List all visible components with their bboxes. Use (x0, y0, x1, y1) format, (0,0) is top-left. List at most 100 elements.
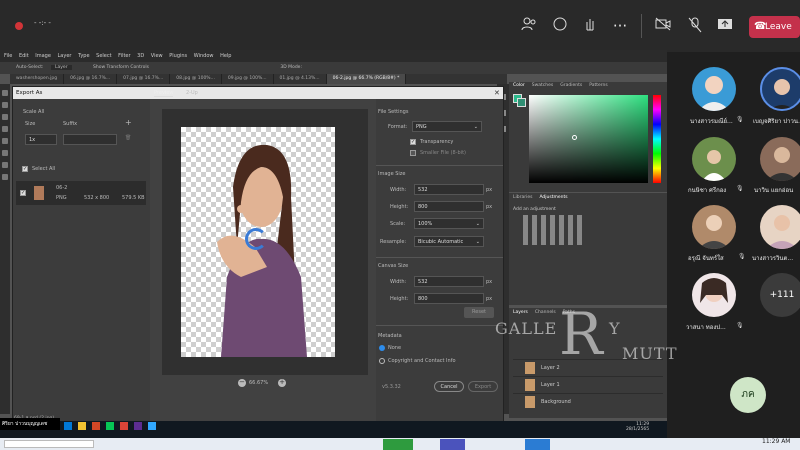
eraser-tool-icon[interactable] (2, 150, 8, 156)
layer-select[interactable]: Layer (51, 65, 72, 70)
height-label: Height: (390, 204, 409, 210)
tab-gradients[interactable]: Gradients (560, 83, 582, 88)
taskbar-app-icon[interactable] (134, 422, 142, 430)
avatar[interactable] (692, 137, 736, 181)
avatar[interactable] (692, 67, 736, 111)
tab-swatches[interactable]: Swatches (532, 83, 554, 88)
more-participants-button[interactable]: +111 (760, 273, 800, 317)
people-icon[interactable] (520, 17, 538, 35)
tab-patterns[interactable]: Patterns (589, 83, 608, 88)
chat-icon[interactable] (551, 17, 569, 35)
cancel-button[interactable]: Cancel (434, 381, 464, 392)
leave-button[interactable]: ☎ Leave (749, 16, 800, 38)
avatar[interactable] (692, 273, 736, 317)
metadata-none-radio[interactable] (379, 345, 385, 351)
tab-adjustments[interactable]: Adjustments (539, 195, 567, 200)
menu-edit[interactable]: Edit (19, 53, 29, 59)
add-scale-icon[interactable]: + (125, 118, 132, 127)
avatar[interactable] (760, 137, 800, 181)
canvas-width-input[interactable]: 532 (414, 276, 484, 287)
taskbar-app-icon[interactable] (525, 439, 550, 450)
color-picker-field[interactable] (529, 95, 648, 183)
close-icon[interactable]: ✕ (494, 87, 500, 99)
auto-select-label[interactable]: Auto-Select: (16, 65, 44, 70)
lasso-tool-icon[interactable] (2, 114, 8, 120)
menu-view[interactable]: View (151, 53, 163, 59)
menu-filter[interactable]: Filter (118, 53, 130, 59)
taskbar-app-icon[interactable] (106, 422, 114, 430)
color-picker-cursor[interactable] (572, 135, 577, 140)
avatar[interactable] (760, 205, 800, 249)
export-button[interactable]: Export (468, 381, 498, 392)
zoom-in-icon[interactable]: + (278, 379, 286, 387)
menu-help[interactable]: Help (220, 53, 231, 59)
move-tool-icon[interactable] (2, 90, 8, 96)
layer-row[interactable]: Layer 1 (513, 376, 663, 392)
mic-off-icon[interactable] (686, 17, 704, 35)
marquee-tool-icon[interactable] (2, 102, 8, 108)
taskbar-app-icon[interactable] (383, 439, 413, 450)
taskbar-app-icon[interactable] (64, 422, 72, 430)
taskbar-app-icon[interactable] (92, 422, 100, 430)
menu-plugins[interactable]: Plugins (169, 53, 187, 59)
doc-tab[interactable]: 08.jpg @ 100%... (170, 74, 222, 84)
raise-hand-icon[interactable] (581, 17, 599, 35)
photoshop-taskbar-icon[interactable] (148, 422, 156, 430)
size-select[interactable]: 1x (25, 134, 57, 145)
doc-tab[interactable]: 01.jpg @ 4.13%... (274, 74, 327, 84)
my-avatar[interactable]: ภค (730, 377, 766, 413)
px-unit: px (486, 279, 493, 285)
show-transform-controls[interactable]: Show Transform Controls (93, 65, 149, 70)
trash-icon[interactable]: 🗑 (125, 135, 131, 141)
menu-3d[interactable]: 3D (137, 53, 144, 59)
taskbar-search-input[interactable] (4, 440, 94, 448)
asset-checkbox[interactable]: ✓ (20, 190, 26, 196)
menu-file[interactable]: File (4, 53, 12, 59)
doc-tab-active[interactable]: 06-2.jpg @ 66.7% (RGB/8#) * (326, 74, 407, 84)
hand-tool-icon[interactable] (2, 174, 8, 180)
select-all-checkbox[interactable]: ✓ (22, 166, 28, 172)
metadata-copyright-radio[interactable] (379, 358, 385, 364)
hue-slider[interactable] (653, 95, 661, 183)
resample-select[interactable]: Bicubic Automatic ⌄ (414, 236, 484, 247)
tab-layers[interactable]: Layers (513, 310, 528, 315)
camera-off-icon[interactable] (654, 17, 672, 35)
format-select[interactable]: PNG ⌄ (412, 121, 482, 132)
avatar[interactable] (760, 67, 800, 111)
suffix-input[interactable] (63, 134, 117, 145)
brush-tool-icon[interactable] (2, 138, 8, 144)
menu-layer[interactable]: Layer (58, 53, 72, 59)
canvas-height-input[interactable]: 800 (414, 293, 484, 304)
tab-2up[interactable]: 2-Up (186, 90, 198, 96)
menu-image[interactable]: Image (35, 53, 51, 59)
menu-select[interactable]: Select (96, 53, 111, 59)
taskbar-app-icon[interactable] (120, 422, 128, 430)
zoom-out-icon[interactable]: − (238, 379, 246, 387)
scale-select[interactable]: 100% ⌄ (414, 218, 484, 229)
doc-tab[interactable]: 07.jpg @ 16.7%... (117, 74, 171, 84)
transparency-checkbox[interactable]: ✓ (410, 139, 416, 145)
reset-button[interactable]: Reset (464, 307, 494, 318)
doc-tab[interactable]: 06.jpg @ 16.7%... (64, 74, 118, 84)
width-input[interactable]: 532 (414, 184, 484, 195)
crop-tool-icon[interactable] (2, 126, 8, 132)
layer-row[interactable]: Background (513, 393, 663, 409)
avatar[interactable] (692, 205, 736, 249)
taskbar-app-icon[interactable] (78, 422, 86, 430)
menu-window[interactable]: Window (194, 53, 214, 59)
share-icon[interactable] (716, 17, 734, 35)
taskbar-app-icon[interactable] (440, 439, 465, 450)
more-icon[interactable]: ··· (611, 17, 629, 35)
tab-libraries[interactable]: Libraries (513, 195, 532, 200)
height-input[interactable]: 800 (414, 201, 484, 212)
doc-tab[interactable]: washershopen.jpg (10, 74, 65, 84)
background-color-swatch[interactable] (517, 98, 526, 107)
tab-channels[interactable]: Channels (535, 310, 556, 315)
adjustment-icons-grid[interactable] (523, 215, 583, 245)
smaller-file-checkbox[interactable] (410, 150, 416, 156)
tab-preview[interactable]: Preview (154, 90, 174, 97)
menu-type[interactable]: Type (78, 53, 89, 59)
type-tool-icon[interactable] (2, 162, 8, 168)
tab-color[interactable]: Color (513, 83, 525, 88)
doc-tab[interactable]: 09.jpg @ 100%... (222, 74, 274, 84)
